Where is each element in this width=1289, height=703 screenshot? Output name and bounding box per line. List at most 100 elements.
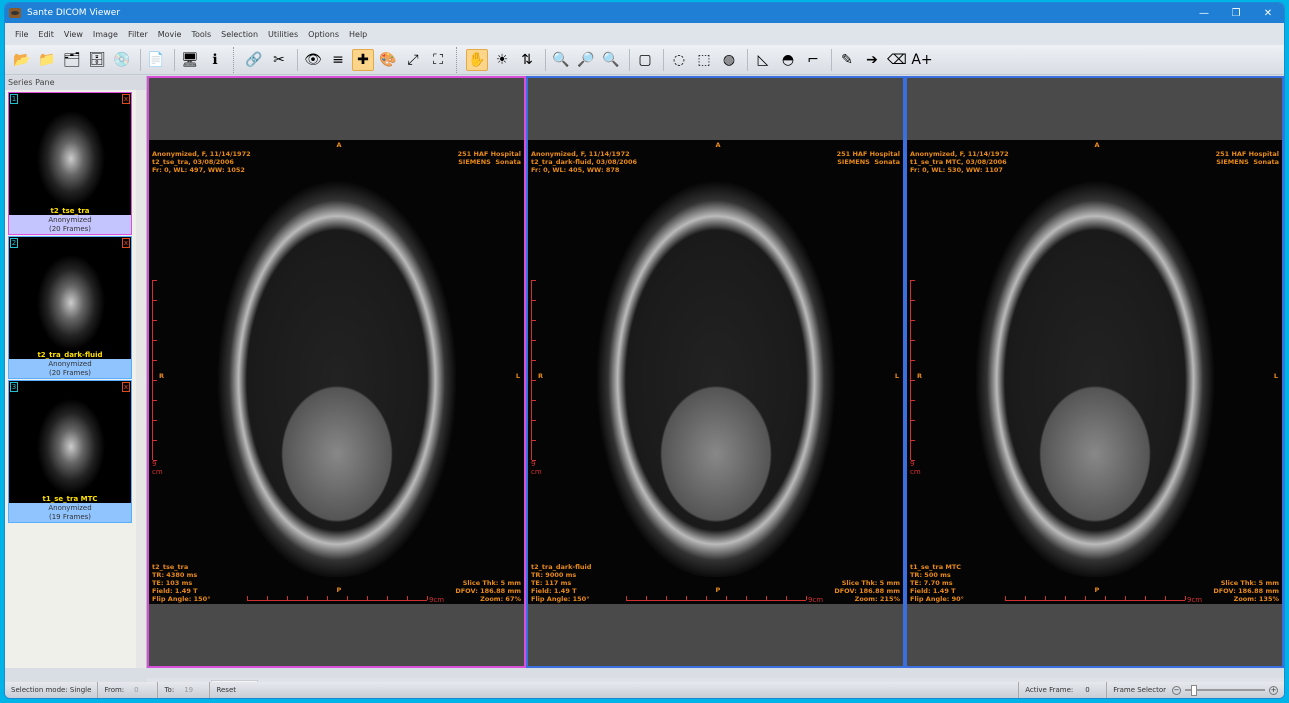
ruler-tick (387, 596, 388, 600)
open-file-icon[interactable]: 📂 (11, 49, 33, 71)
brain-scan-image (596, 167, 836, 577)
brightness-icon[interactable]: ☀ (491, 49, 513, 71)
series-thumbnail[interactable]: 1 x t2_tse_tra Anonymized(20 Frames) (8, 92, 132, 235)
mri-image[interactable]: Anonymized, F, 11/14/1972 t2_tse_tra, 03… (149, 140, 524, 604)
pan-hand-icon[interactable]: ✋ (466, 49, 488, 71)
menu-utilities[interactable]: Utilities (268, 30, 298, 39)
colors-icon[interactable]: 🎨 (377, 49, 399, 71)
menu-filter[interactable]: Filter (128, 30, 148, 39)
eye-icon[interactable]: 👁 (302, 49, 324, 71)
toolbar-grip[interactable] (456, 47, 462, 73)
patient-info-overlay: Anonymized, F, 11/14/1972 t1_se_tra MTC,… (910, 150, 1009, 174)
stack-icon[interactable]: ≡ (327, 49, 349, 71)
orientation-right: R (159, 372, 164, 380)
viewer-area: Anonymized, F, 11/14/1972 t2_tse_tra, 03… (147, 76, 1284, 668)
ruler-tick (911, 400, 915, 401)
pencil-icon[interactable]: ✎ (836, 49, 858, 71)
frame-selector-plus-button[interactable]: + (1269, 686, 1278, 695)
ruler-tick (532, 380, 536, 381)
ruler-tick (911, 320, 915, 321)
viewport[interactable]: Anonymized, F, 11/14/1972 t2_tra_dark-fl… (526, 76, 905, 668)
series-thumbnail[interactable]: 2 x t2_tra_dark-fluid Anonymized(20 Fram… (8, 236, 132, 379)
text-icon[interactable]: A+ (911, 49, 933, 71)
magnifier-icon[interactable]: 🔎 (575, 49, 597, 71)
crosshair-icon[interactable]: ✚ (352, 49, 374, 71)
close-button[interactable]: ✕ (1252, 8, 1284, 19)
color-wheel-icon[interactable]: ◍ (718, 49, 740, 71)
series-pane-scrollbar[interactable] (136, 90, 146, 668)
ellipse-roi-icon[interactable]: ◌ (668, 49, 690, 71)
menu-image[interactable]: Image (93, 30, 118, 39)
menu-help[interactable]: Help (349, 30, 367, 39)
cd-icon[interactable]: 💿 (111, 49, 133, 71)
slice-info-overlay: Slice Thk: 5 mm DFOV: 186.88 mm Zoom: 13… (1213, 579, 1279, 603)
menu-options[interactable]: Options (308, 30, 339, 39)
frame-selector-label: Frame Selector (1113, 686, 1166, 694)
menu-movie[interactable]: Movie (158, 30, 182, 39)
fullscreen-icon[interactable]: ⛶ (427, 49, 449, 71)
horizontal-ruler (1005, 598, 1185, 601)
close-series-button[interactable]: x (122, 238, 130, 248)
menu-file[interactable]: File (15, 30, 28, 39)
ruler-tick (532, 340, 536, 341)
rectangle-icon[interactable]: ▢ (634, 49, 656, 71)
menu-tools[interactable]: Tools (191, 30, 211, 39)
document-icon[interactable]: 📄 (145, 49, 167, 71)
protractor-icon[interactable]: ◓ (777, 49, 799, 71)
zoom-scroll-icon[interactable]: 🔍 (600, 49, 622, 71)
ruler-tick (153, 340, 157, 341)
series-thumbnail[interactable]: 3 x t1_se_tra MTC Anonymized(19 Frames) (8, 380, 132, 523)
mri-image[interactable]: Anonymized, F, 11/14/1972 t2_tra_dark-fl… (528, 140, 903, 604)
database-icon[interactable]: 🗄 (86, 49, 108, 71)
frame-selector-minus-button[interactable]: − (1172, 686, 1181, 695)
ruler-tick (911, 340, 915, 341)
ruler-tick (532, 360, 536, 361)
toolbar-grip[interactable] (233, 47, 239, 73)
rect-roi-icon[interactable]: ⬚ (693, 49, 715, 71)
unlink-icon[interactable]: ✂ (268, 49, 290, 71)
reset-button[interactable]: Reset (216, 686, 236, 694)
orientation-right: R (538, 372, 543, 380)
menu-selection[interactable]: Selection (221, 30, 258, 39)
ruler-tick (153, 440, 157, 441)
ruler-tick (746, 596, 747, 600)
sequence-params-overlay: t2_tse_tra TR: 4380 ms TE: 103 ms Field:… (152, 563, 210, 603)
vertical-ruler (152, 280, 155, 460)
toolbar: 📂📁🗂🗄💿 📄 🖥ℹ 🔗✂ 👁≡✚🎨⤢⛶ ✋☀⇅ 🔍🔎🔍 ▢ ◌⬚◍ ◺◓⌐ ✎➔⌫A+ (5, 45, 1284, 75)
ruler-tick (1105, 596, 1106, 600)
ruler-tick (1005, 596, 1006, 600)
close-series-button[interactable]: x (122, 382, 130, 392)
maximize-button[interactable]: ❐ (1220, 8, 1252, 19)
link-icon[interactable]: 🔗 (243, 49, 265, 71)
from-value[interactable]: 0 (134, 686, 138, 694)
angle-icon[interactable]: ⌐ (802, 49, 824, 71)
to-value[interactable]: 19 (184, 686, 193, 694)
triangle-ruler-icon[interactable]: ◺ (752, 49, 774, 71)
zoom-icon[interactable]: 🔍 (550, 49, 572, 71)
ruler-tick (407, 596, 408, 600)
mri-image[interactable]: Anonymized, F, 11/14/1972 t1_se_tra MTC,… (907, 140, 1282, 604)
scroll-arrows-icon[interactable]: ⇅ (516, 49, 538, 71)
info-icon[interactable]: ℹ (204, 49, 226, 71)
arrow-icon[interactable]: ➔ (861, 49, 883, 71)
viewport[interactable]: Anonymized, F, 11/14/1972 t1_se_tra MTC,… (905, 76, 1284, 668)
orientation-left: L (895, 372, 899, 380)
orientation-left: L (1274, 372, 1278, 380)
settings-display-icon[interactable]: 🖥 (179, 49, 201, 71)
orientation-left: L (516, 372, 520, 380)
vertical-ruler-label: 9 cm (531, 460, 542, 476)
ruler-tick (1085, 596, 1086, 600)
ruler-tick (911, 380, 915, 381)
viewport[interactable]: Anonymized, F, 11/14/1972 t2_tse_tra, 03… (147, 76, 526, 668)
open-folders-icon[interactable]: 🗂 (61, 49, 83, 71)
ruler-tick (327, 596, 328, 600)
orientation-anterior: A (716, 141, 721, 149)
eraser-icon[interactable]: ⌫ (886, 49, 908, 71)
minimize-button[interactable]: — (1188, 8, 1220, 19)
close-series-button[interactable]: x (122, 94, 130, 104)
menu-edit[interactable]: Edit (38, 30, 54, 39)
menu-view[interactable]: View (64, 30, 83, 39)
frame-selector-slider[interactable] (1185, 689, 1265, 691)
open-folder-icon[interactable]: 📁 (36, 49, 58, 71)
fit-window-icon[interactable]: ⤢ (402, 49, 424, 71)
